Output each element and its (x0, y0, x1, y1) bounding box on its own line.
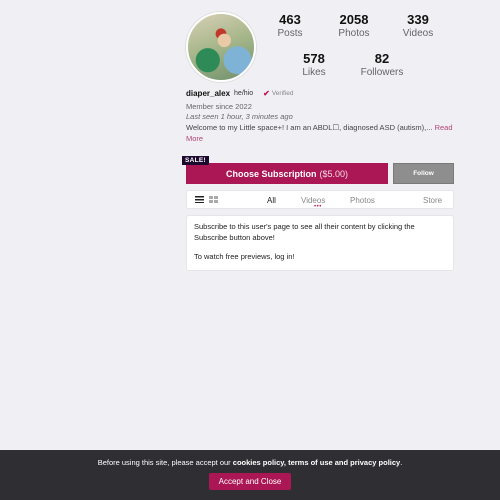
content-tabs: All Videos Photos Store ••• (186, 190, 454, 211)
list-view-icon[interactable] (195, 196, 204, 204)
stat-videos[interactable]: 339 Videos (396, 12, 440, 39)
stat-label: Followers (360, 67, 404, 78)
profile-info: diaper_alex he/hio ✔ Verified Member sin… (186, 88, 454, 145)
stat-label: Likes (302, 67, 326, 78)
stat-label: Posts (277, 28, 303, 39)
follow-button[interactable]: Follow (393, 163, 454, 185)
stat-posts[interactable]: 463 Posts (268, 12, 312, 39)
stat-value: 578 (303, 51, 325, 66)
member-since: Member since 2022 (186, 101, 252, 111)
sale-badge: SALE! (182, 156, 209, 166)
profile-actions: SALE! Choose Subscription ($5.00) Follow (182, 156, 454, 185)
subscribe-price: ($5.00) (319, 168, 349, 179)
subscribe-label: Choose Subscription (225, 168, 317, 179)
username: diaper_alex (186, 89, 231, 98)
stat-label: Photos (338, 28, 370, 39)
verified-badge: ✔ Verified (263, 88, 293, 100)
stats-row-primary: 463 Posts 2058 Photos 339 Videos (268, 12, 454, 39)
profile-header: 463 Posts 2058 Photos 339 Videos 578 Lik… (186, 12, 454, 82)
cookie-suffix: . (400, 458, 403, 467)
loading-dots-icon: ••• (314, 204, 322, 211)
grid-view-icon[interactable] (209, 196, 218, 204)
bio-text: Welcome to my Little space+! I am an ABD… (186, 123, 433, 133)
subscribe-notice: Subscribe to this user's page to see all… (186, 215, 454, 271)
choose-subscription-button[interactable]: Choose Subscription ($5.00) (186, 163, 388, 185)
name-line: diaper_alex he/hio ✔ Verified (186, 88, 454, 100)
tab-all[interactable]: All (267, 196, 276, 205)
cookie-banner: Before using this site, please accept ou… (0, 450, 500, 500)
avatar[interactable] (186, 12, 256, 82)
bio: Welcome to my Little space+! I am an ABD… (186, 123, 454, 145)
stat-value: 463 (279, 12, 301, 27)
profile-stats: 463 Posts 2058 Photos 339 Videos 578 Lik… (268, 12, 454, 78)
cookie-policies-link[interactable]: cookies policy, terms of use and privacy… (233, 458, 400, 467)
tab-photos[interactable]: Photos (350, 196, 375, 205)
cookie-message: Before using this site, please accept ou… (0, 458, 500, 467)
stat-photos[interactable]: 2058 Photos (332, 12, 376, 39)
stat-value: 2058 (339, 12, 369, 27)
stat-value: 339 (407, 12, 429, 27)
checkmark-icon: ✔ (263, 89, 270, 98)
profile-section: 463 Posts 2058 Photos 339 Videos 578 Lik… (182, 12, 454, 271)
notice-text: Subscribe to this user's page to see all… (194, 222, 415, 242)
notice-login-text: To watch free previews, log in! (194, 252, 295, 262)
stats-row-secondary: 578 Likes 82 Followers (268, 51, 454, 78)
verified-label: Verified (271, 90, 294, 98)
cookie-prefix: Before using this site, please accept ou… (97, 458, 231, 467)
stat-value: 82 (374, 51, 390, 66)
pronouns: he/hio (234, 89, 254, 97)
stat-label: Videos (402, 28, 434, 39)
tab-store[interactable]: Store (423, 196, 442, 205)
stat-followers[interactable]: 82 Followers (360, 51, 404, 78)
last-seen: Last seen 1 hour, 3 minutes ago (186, 112, 293, 122)
accept-and-close-button[interactable]: Accept and Close (208, 473, 292, 490)
stat-likes[interactable]: 578 Likes (292, 51, 336, 78)
view-toggle (195, 196, 218, 204)
